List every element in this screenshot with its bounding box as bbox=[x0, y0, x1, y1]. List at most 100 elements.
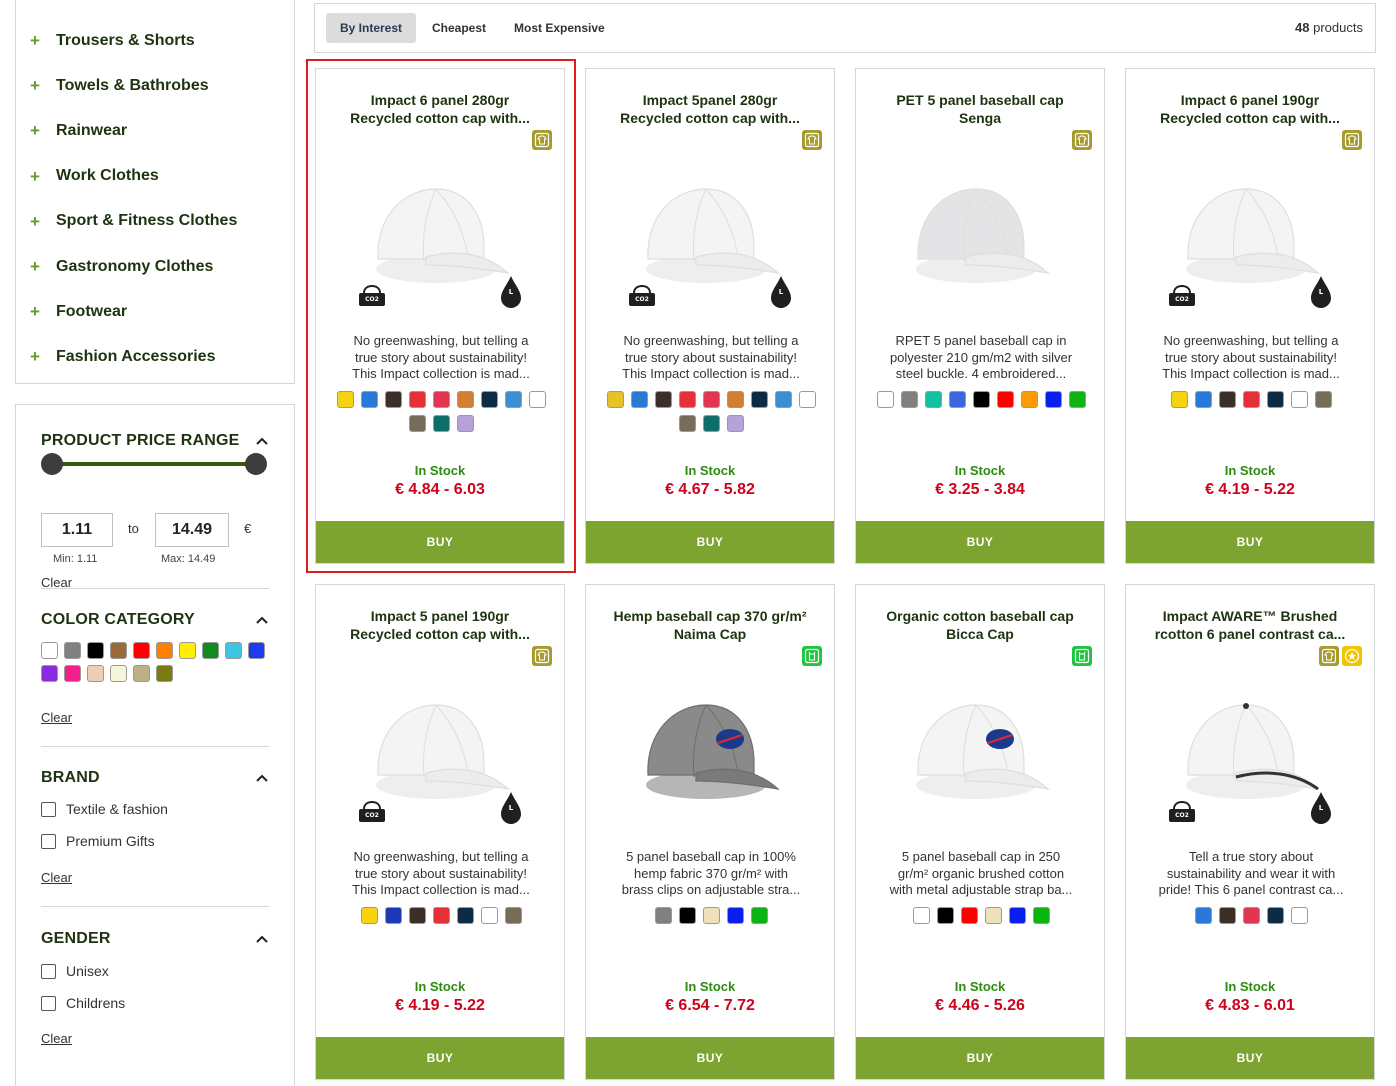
product-card[interactable]: Impact 6 panel 190gr Recycled cotton cap… bbox=[1125, 68, 1375, 564]
product-card[interactable]: Impact AWARE™ Brushed rcotton 6 panel co… bbox=[1125, 584, 1375, 1080]
buy-button[interactable]: BUY bbox=[586, 521, 834, 563]
checkbox[interactable] bbox=[41, 995, 56, 1011]
color-option-swatch[interactable] bbox=[456, 391, 474, 408]
color-swatch[interactable] bbox=[64, 665, 81, 682]
color-option-swatch[interactable] bbox=[726, 907, 744, 924]
product-card[interactable]: Impact 5 panel 190gr Recycled cotton cap… bbox=[315, 584, 565, 1080]
buy-button[interactable]: BUY bbox=[1126, 1037, 1374, 1079]
color-option-swatch[interactable] bbox=[336, 391, 354, 408]
color-option-swatch[interactable] bbox=[1044, 391, 1062, 408]
color-option-swatch[interactable] bbox=[1242, 907, 1260, 924]
product-title[interactable]: Impact AWARE™ Brushed rcotton 6 panel co… bbox=[1136, 607, 1364, 643]
color-swatch[interactable] bbox=[133, 665, 150, 682]
buy-button[interactable]: BUY bbox=[856, 1037, 1104, 1079]
color-option-swatch[interactable] bbox=[1020, 391, 1038, 408]
product-title[interactable]: Impact 5 panel 190gr Recycled cotton cap… bbox=[326, 607, 554, 643]
product-title[interactable]: Impact 6 panel 280gr Recycled cotton cap… bbox=[326, 91, 554, 127]
price-slider-min-handle[interactable] bbox=[41, 453, 63, 475]
buy-button[interactable]: BUY bbox=[586, 1037, 834, 1079]
category-item-gastronomy[interactable]: + Gastronomy Clothes bbox=[16, 244, 294, 289]
product-title[interactable]: Impact 6 panel 190gr Recycled cotton cap… bbox=[1136, 91, 1364, 127]
buy-button[interactable]: BUY bbox=[316, 521, 564, 563]
category-item-towels-bathrobes[interactable]: + Towels & Bathrobes bbox=[16, 63, 294, 108]
sort-most-expensive-button[interactable]: Most Expensive bbox=[500, 13, 619, 43]
color-option-swatch[interactable] bbox=[948, 391, 966, 408]
color-option-swatch[interactable] bbox=[798, 391, 816, 408]
brand-clear-link[interactable]: Clear bbox=[41, 870, 72, 885]
product-image[interactable] bbox=[896, 161, 1066, 311]
category-item-fashion-accessories[interactable]: + Fashion Accessories bbox=[16, 334, 294, 379]
color-option-swatch[interactable] bbox=[504, 391, 522, 408]
color-option-swatch[interactable] bbox=[360, 391, 378, 408]
category-item-footwear[interactable]: + Footwear bbox=[16, 289, 294, 334]
color-option-swatch[interactable] bbox=[456, 415, 474, 432]
color-swatch[interactable] bbox=[156, 665, 173, 682]
color-swatch[interactable] bbox=[87, 665, 104, 682]
color-header[interactable]: COLOR CATEGORY bbox=[41, 608, 269, 632]
color-option-swatch[interactable] bbox=[996, 391, 1014, 408]
brand-option-premium-gifts[interactable]: Premium Gifts bbox=[41, 825, 168, 857]
color-swatch[interactable] bbox=[110, 642, 127, 659]
color-option-swatch[interactable] bbox=[1218, 907, 1236, 924]
color-option-swatch[interactable] bbox=[1314, 391, 1332, 408]
color-option-swatch[interactable] bbox=[726, 391, 744, 408]
color-option-swatch[interactable] bbox=[912, 907, 930, 924]
color-option-swatch[interactable] bbox=[408, 907, 426, 924]
color-swatch[interactable] bbox=[225, 642, 242, 659]
category-item-trousers-shorts[interactable]: + Trousers & Shorts bbox=[16, 18, 294, 63]
color-option-swatch[interactable] bbox=[1170, 391, 1188, 408]
brand-option-textile-fashion[interactable]: Textile & fashion bbox=[41, 793, 168, 825]
product-card[interactable]: Organic cotton baseball cap Bicca Cap 5 … bbox=[855, 584, 1105, 1080]
product-title[interactable]: Organic cotton baseball cap Bicca Cap bbox=[866, 607, 1094, 643]
color-option-swatch[interactable] bbox=[654, 391, 672, 408]
color-swatch[interactable] bbox=[133, 642, 150, 659]
color-option-swatch[interactable] bbox=[726, 415, 744, 432]
color-option-swatch[interactable] bbox=[1290, 907, 1308, 924]
color-option-swatch[interactable] bbox=[480, 391, 498, 408]
checkbox[interactable] bbox=[41, 801, 56, 817]
color-option-swatch[interactable] bbox=[528, 391, 546, 408]
color-option-swatch[interactable] bbox=[606, 391, 624, 408]
color-option-swatch[interactable] bbox=[1194, 907, 1212, 924]
gender-option-unisex[interactable]: Unisex bbox=[41, 955, 125, 987]
color-option-swatch[interactable] bbox=[750, 391, 768, 408]
color-option-swatch[interactable] bbox=[360, 907, 378, 924]
color-option-swatch[interactable] bbox=[408, 415, 426, 432]
color-swatch[interactable] bbox=[156, 642, 173, 659]
price-range-header[interactable]: PRODUCT PRICE RANGE bbox=[41, 429, 269, 453]
color-swatch[interactable] bbox=[202, 642, 219, 659]
color-option-swatch[interactable] bbox=[924, 391, 942, 408]
category-item-work-clothes[interactable]: + Work Clothes bbox=[16, 154, 294, 199]
gender-option-childrens[interactable]: Childrens bbox=[41, 987, 125, 1019]
buy-button[interactable]: BUY bbox=[1126, 521, 1374, 563]
color-option-swatch[interactable] bbox=[654, 907, 672, 924]
color-option-swatch[interactable] bbox=[774, 391, 792, 408]
color-option-swatch[interactable] bbox=[960, 907, 978, 924]
color-option-swatch[interactable] bbox=[1194, 391, 1212, 408]
category-item-rainwear[interactable]: + Rainwear bbox=[16, 108, 294, 153]
color-option-swatch[interactable] bbox=[702, 415, 720, 432]
chevron-up-icon[interactable] bbox=[255, 932, 269, 946]
color-swatch[interactable] bbox=[64, 642, 81, 659]
color-option-swatch[interactable] bbox=[678, 415, 696, 432]
color-option-swatch[interactable] bbox=[972, 391, 990, 408]
product-image[interactable] bbox=[626, 677, 796, 827]
color-option-swatch[interactable] bbox=[702, 907, 720, 924]
color-option-swatch[interactable] bbox=[1008, 907, 1026, 924]
color-option-swatch[interactable] bbox=[1218, 391, 1236, 408]
color-option-swatch[interactable] bbox=[876, 391, 894, 408]
gender-clear-link[interactable]: Clear bbox=[41, 1031, 72, 1046]
brand-header[interactable]: BRAND bbox=[41, 766, 269, 790]
color-swatch[interactable] bbox=[41, 665, 58, 682]
color-option-swatch[interactable] bbox=[384, 907, 402, 924]
price-slider-track[interactable] bbox=[52, 462, 257, 466]
color-option-swatch[interactable] bbox=[384, 391, 402, 408]
color-option-swatch[interactable] bbox=[456, 907, 474, 924]
category-item-sport-fitness[interactable]: + Sport & Fitness Clothes bbox=[16, 199, 294, 244]
sort-cheapest-button[interactable]: Cheapest bbox=[418, 13, 500, 43]
product-card[interactable]: PET 5 panel baseball cap Senga RPET 5 pa… bbox=[855, 68, 1105, 564]
chevron-up-icon[interactable] bbox=[255, 434, 269, 448]
product-title[interactable]: Hemp baseball cap 370 gr/m² Naima Cap bbox=[596, 607, 824, 643]
product-title[interactable]: PET 5 panel baseball cap Senga bbox=[866, 91, 1094, 127]
color-option-swatch[interactable] bbox=[1266, 391, 1284, 408]
